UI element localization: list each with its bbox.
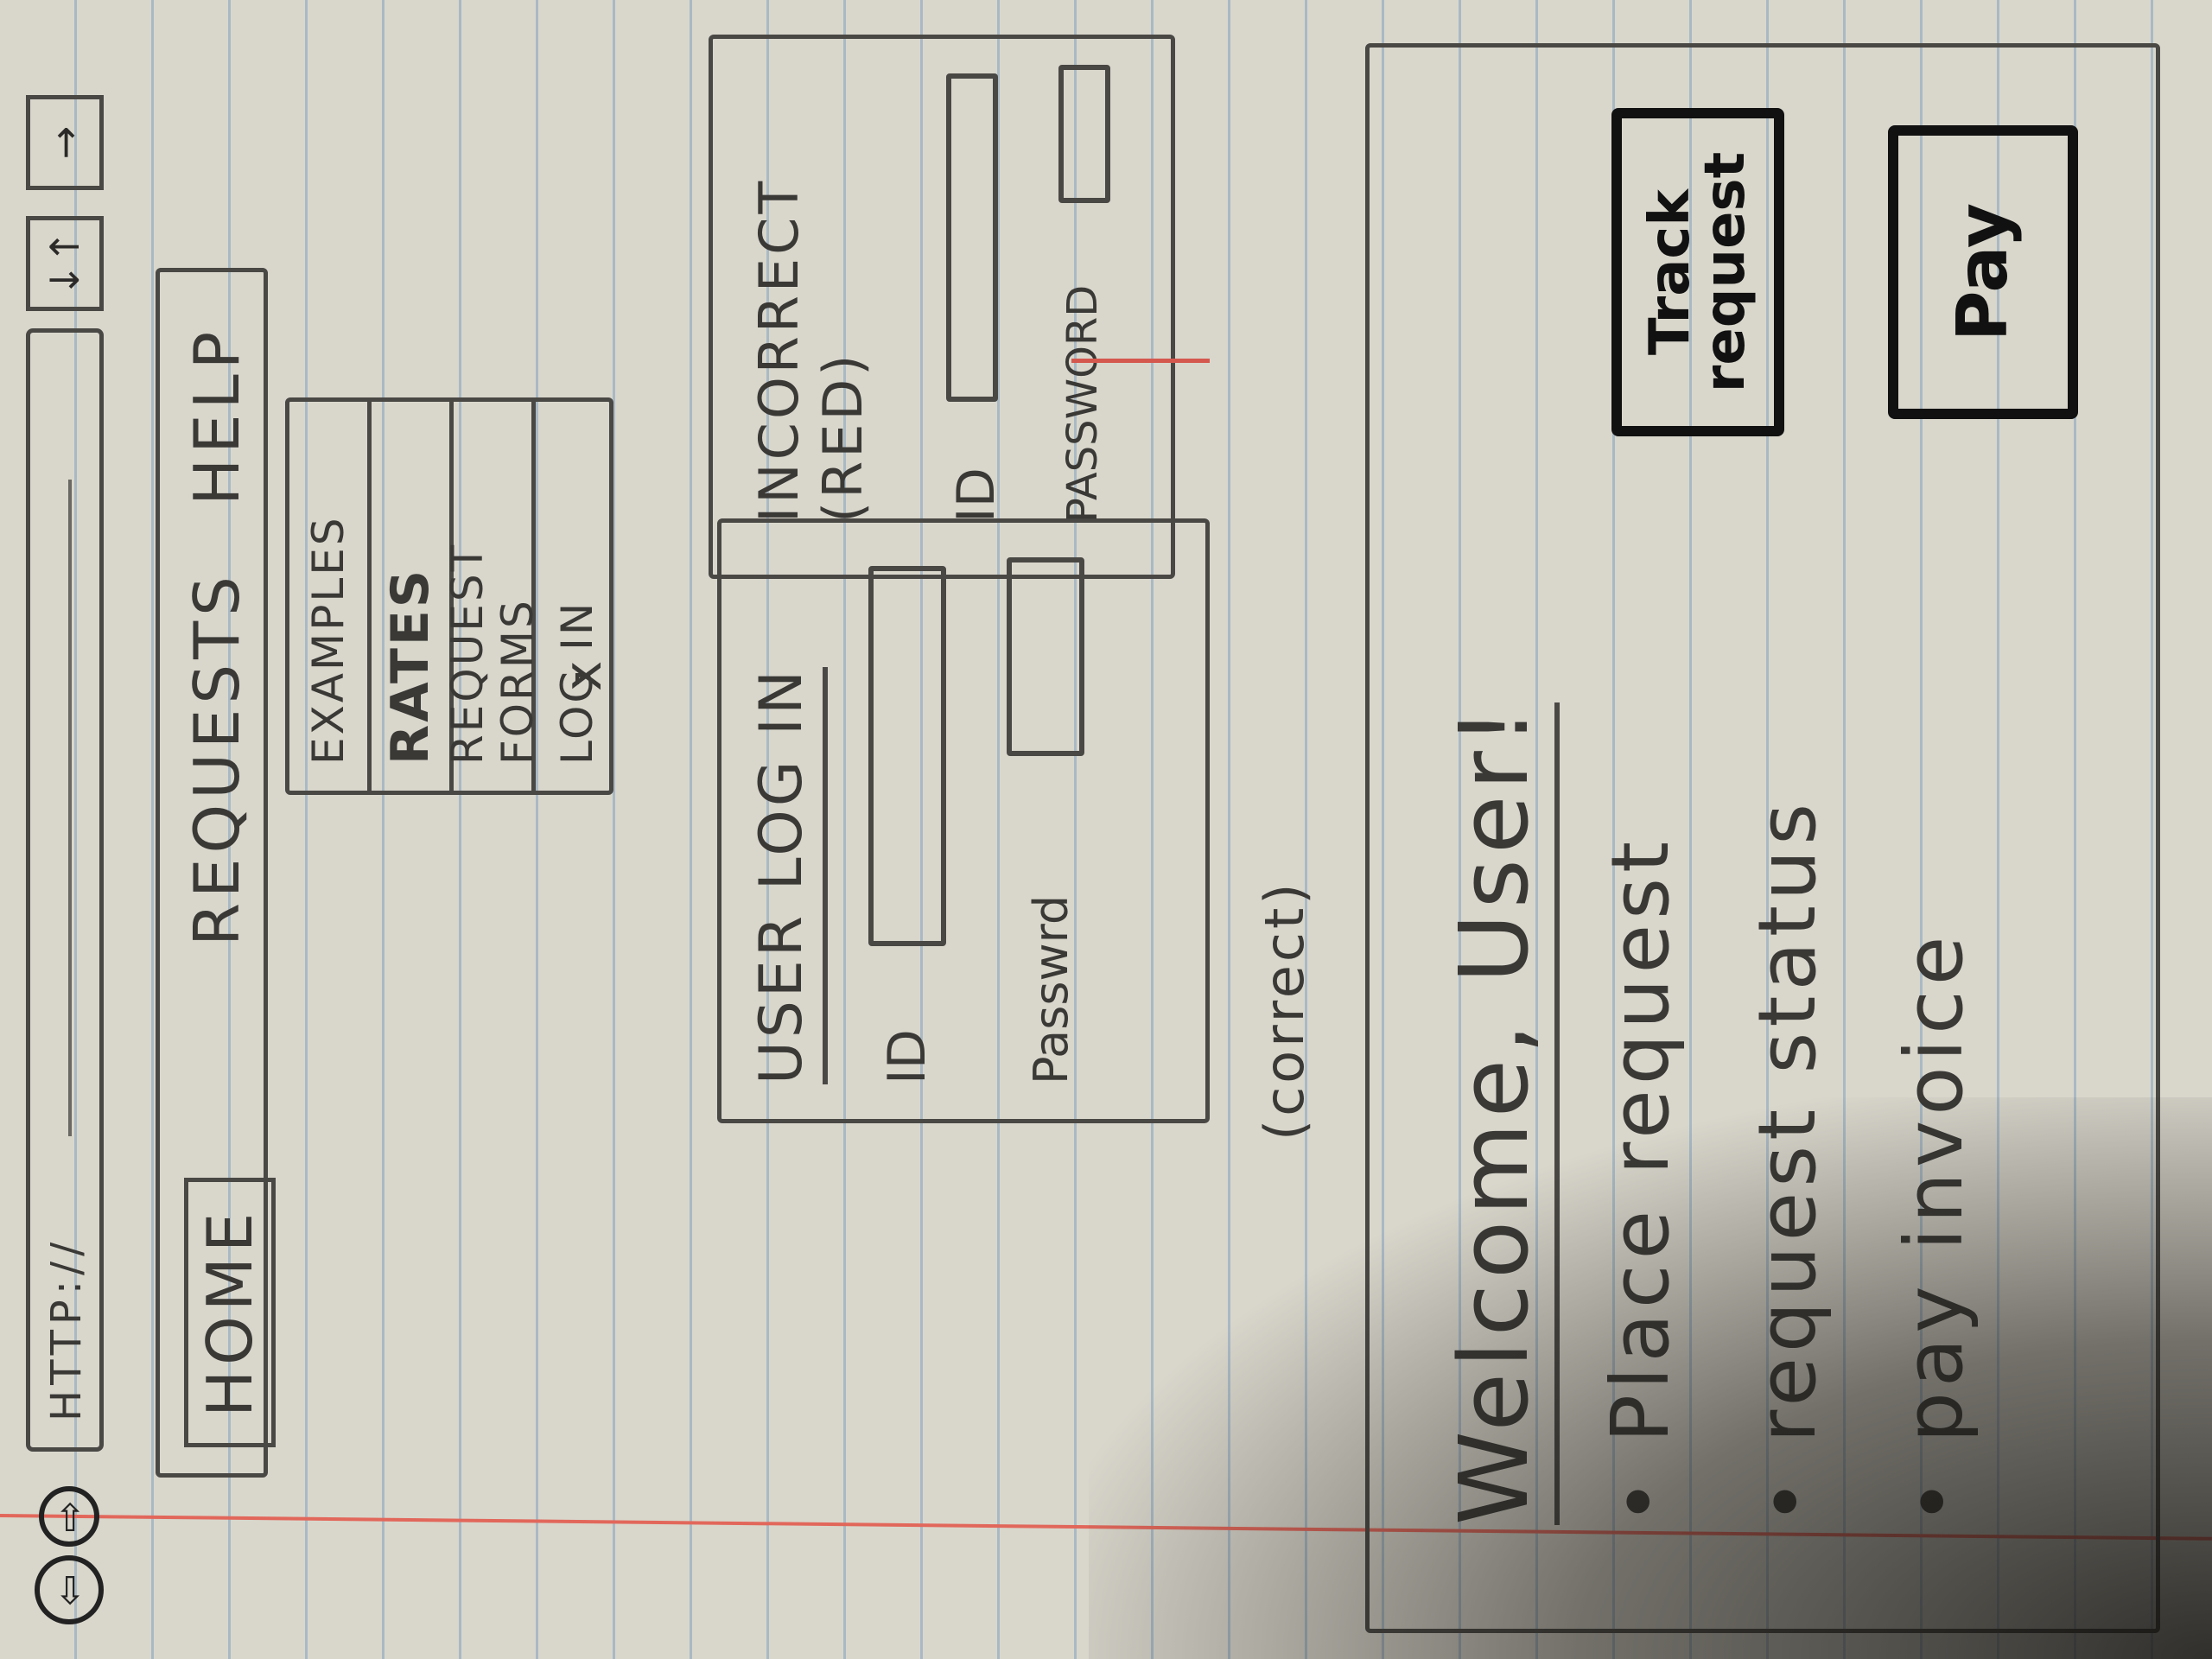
- error-password-label: PASSWORD: [1058, 284, 1107, 523]
- login-password-label: Passwrd: [1024, 894, 1078, 1084]
- pay-button[interactable]: Pay: [1888, 125, 2078, 419]
- dropdown-item-examples[interactable]: EXAMPLES: [289, 402, 372, 791]
- reload-icon[interactable]: ↓↑: [26, 216, 104, 311]
- bullet-request-status[interactable]: request status: [1741, 798, 1834, 1525]
- error-id-label: ID: [946, 467, 1007, 523]
- requests-dropdown: EXAMPLES RATES REQUEST FORMS LOG IN: [285, 397, 613, 795]
- error-id-input[interactable]: [946, 73, 998, 402]
- login-id-label: ID: [877, 1029, 938, 1084]
- main-nav: HOME REQUESTS HELP: [156, 268, 276, 1478]
- url-input[interactable]: HTTP://: [26, 328, 104, 1452]
- nav-help[interactable]: HELP: [181, 327, 253, 505]
- x-mark: x: [553, 660, 613, 691]
- url-text: HTTP://: [42, 1236, 91, 1421]
- go-arrow-icon[interactable]: →: [26, 95, 104, 190]
- bullet-place-request[interactable]: Place request: [1594, 836, 1687, 1525]
- wireframe-sheet: ⇦ ⇨ HTTP:// ↓↑ → HOME REQUESTS HELP EXAM…: [0, 0, 2212, 1659]
- user-login-panel: USER LOG IN ID Passwrd: [717, 518, 1210, 1123]
- track-request-button[interactable]: Track request: [1611, 108, 1784, 436]
- welcome-title: Welcome, User!: [1439, 702, 1560, 1525]
- login-title: USER LOG IN: [747, 667, 828, 1084]
- back-arrow-icon[interactable]: ⇦: [35, 1555, 104, 1624]
- nav-home[interactable]: HOME: [184, 1177, 276, 1447]
- dropdown-item-log-in[interactable]: LOG IN: [536, 402, 618, 791]
- incorrect-title: INCORRECT (RED): [747, 177, 875, 523]
- login-id-input[interactable]: [868, 566, 946, 946]
- bullet-pay-invoice[interactable]: pay invoice: [1888, 931, 1980, 1525]
- nav-requests[interactable]: REQUESTS: [181, 571, 253, 946]
- login-password-input[interactable]: [1007, 557, 1084, 756]
- browser-bar: ⇦ ⇨ HTTP:// ↓↑ →: [0, 69, 130, 1642]
- incorrect-login-panel: INCORRECT (RED) ID PASSWORD: [709, 35, 1175, 579]
- dropdown-item-rates[interactable]: RATES: [372, 402, 454, 791]
- url-scribble: [68, 480, 72, 1136]
- correct-note: (correct): [1253, 880, 1316, 1141]
- red-mark: [1071, 359, 1210, 363]
- error-password-input[interactable]: [1058, 65, 1110, 203]
- dropdown-item-request-forms[interactable]: REQUEST FORMS: [442, 402, 543, 791]
- welcome-panel: Welcome, User! Place request request sta…: [1365, 43, 2160, 1633]
- forward-arrow-icon[interactable]: ⇨: [39, 1486, 99, 1547]
